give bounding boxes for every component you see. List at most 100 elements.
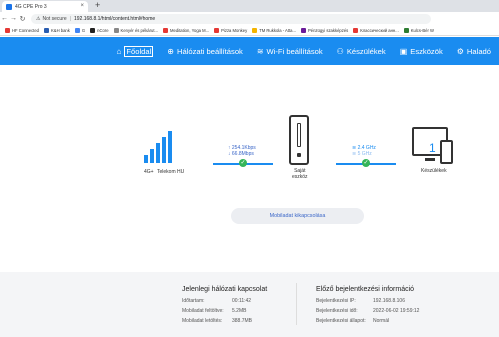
globe-icon: ⊕	[167, 46, 174, 56]
wan-ok-check-icon: ✓	[239, 159, 247, 167]
address-bar: ← → ↻ ⚠ Not secure | 192.168.8.1/html/co…	[0, 12, 499, 25]
info-label: Bejelentkezési IP:	[316, 298, 356, 304]
lan-ok-check-icon: ✓	[362, 159, 370, 167]
download-speed: ↓ 66.8Mbps	[228, 151, 254, 157]
bookmark-item[interactable]: HF Connected	[5, 27, 39, 33]
bookmark-label: nCore	[97, 27, 109, 33]
info-label: Időtartam:	[182, 298, 205, 304]
bookmark-label: Kulcs-Bér W	[410, 27, 435, 33]
url-separator: |	[69, 15, 71, 22]
network-type: 4G+	[144, 169, 154, 175]
bookmark-icon	[214, 27, 220, 33]
footer-divider	[296, 283, 297, 325]
bookmark-label: Классический анн...	[360, 27, 399, 33]
info-label: Mobiladat letöltés:	[182, 318, 223, 324]
router-led	[297, 153, 301, 157]
bookmark-icon	[90, 27, 96, 33]
nav-label: Készülékek	[346, 46, 386, 56]
bookmark-item[interactable]: K&H bank	[44, 27, 70, 33]
bookmark-label: Meditation, Yoga M...	[170, 27, 210, 33]
previous-login-title: Előző bejelentkezési információ	[316, 286, 415, 293]
browser-tabbar: 4G CPE Pro 3 × +	[0, 0, 499, 12]
router-label-line2: eszköz	[292, 174, 308, 180]
bookmark-icon	[74, 27, 80, 33]
gear-icon: ⚙	[456, 46, 464, 56]
favicon-icon	[6, 3, 12, 10]
bookmark-item[interactable]: Pizza Monkey	[214, 27, 248, 33]
devices-icon: ⚇	[336, 46, 344, 56]
bookmark-icon	[403, 27, 409, 33]
signal-bar	[168, 131, 172, 163]
bookmark-item[interactable]: G	[74, 27, 86, 33]
bookmark-icon	[5, 27, 10, 33]
signal-bar	[150, 149, 154, 163]
info-value: Normál	[373, 318, 390, 324]
info-value: 192.168.8.106	[373, 298, 405, 304]
nav-home[interactable]: ⌂ Főoldal	[116, 45, 154, 57]
nav-label: Eszközök	[410, 46, 443, 56]
bookmark-label: K&H bank	[51, 27, 70, 33]
wifi-icon: ≋	[256, 46, 264, 56]
bookmark-icon	[252, 27, 258, 33]
bookmark-label: G	[81, 27, 86, 33]
download-arrow-icon: ↓	[228, 151, 231, 157]
bookmark-item[interactable]: Pénzügyi szakképzés	[300, 27, 349, 33]
info-value: 388.7MB	[232, 318, 253, 324]
bookmark-icon	[44, 27, 49, 33]
bookmark-label: Pénzügyi szakképzés	[307, 27, 349, 33]
bookmarks-bar: HF Connected K&H bank G nCore Kenyér és …	[0, 25, 499, 36]
nav-label: Haladó	[466, 46, 491, 56]
bookmark-item[interactable]: Meditation, Yoga M...	[163, 27, 210, 33]
warning-icon: ⚠	[36, 15, 41, 22]
bookmark-label: HF Connected	[12, 27, 39, 33]
info-label: Mobiladat feltöltve:	[182, 308, 224, 314]
info-value: 5.2MB	[232, 308, 247, 314]
nav-tools[interactable]: ▣ Eszközök	[400, 47, 443, 56]
bookmark-icon	[163, 27, 169, 33]
nav-label: Főoldal	[124, 45, 154, 57]
band-5-label: 5 GHz	[357, 151, 372, 157]
network-info: 4G+ Telekom HU	[144, 169, 184, 175]
nav-wifi-settings[interactable]: ≋ Wi-Fi beállítások	[257, 47, 323, 56]
bookmark-label: Kenyér és pékárut...	[120, 27, 159, 33]
url-field[interactable]: ⚠ Not secure | 192.168.8.1/html/content.…	[31, 13, 431, 24]
signal-bar	[156, 143, 160, 163]
bookmark-label: TM Rukkola - Atta...	[259, 27, 296, 33]
router-slot	[297, 123, 301, 147]
nav-label: Wi-Fi beállítások	[266, 46, 323, 56]
info-label: Bejelentkezési idő:	[316, 308, 358, 314]
nav-network-settings[interactable]: ⊕ Hálózati beállítások	[167, 47, 243, 56]
info-footer	[0, 272, 499, 337]
bookmark-item[interactable]: TM Rukkola - Atta...	[252, 27, 296, 33]
nav-label: Hálózati beállítások	[176, 46, 243, 56]
tab-title: 4G CPE Pro 3	[15, 3, 47, 10]
back-icon[interactable]: ←	[0, 15, 9, 22]
info-label: Bejelentkezési állapot:	[316, 318, 366, 324]
devices-label: Készülékek	[421, 168, 447, 174]
security-label: Not secure	[42, 15, 67, 22]
reload-icon[interactable]: ↻	[18, 15, 27, 23]
devices-count: 1	[429, 141, 436, 155]
nav-advanced[interactable]: ⚙ Haladó	[457, 47, 491, 56]
wifi-5-band: ≋ 5 GHz	[352, 151, 372, 157]
close-tab-icon[interactable]: ×	[80, 3, 84, 9]
forward-icon[interactable]: →	[9, 15, 18, 22]
phone-icon	[440, 140, 453, 164]
info-value: 2022-06-02 19:59:12	[373, 308, 420, 314]
bookmark-item[interactable]: Kulcs-Bér W	[403, 27, 435, 33]
current-connection-title: Jelenlegi hálózati kapcsolat	[182, 286, 268, 293]
disable-mobile-data-button[interactable]: Mobiladat kikapcsolása	[231, 208, 364, 224]
monitor-stand	[425, 158, 435, 161]
bookmark-item[interactable]: Классический анн...	[353, 27, 399, 33]
home-icon: ⌂	[116, 46, 122, 56]
bookmark-icon	[300, 27, 306, 33]
browser-tab[interactable]: 4G CPE Pro 3 ×	[2, 1, 88, 12]
bookmark-item[interactable]: nCore	[90, 27, 109, 33]
bookmark-label: Pizza Monkey	[221, 27, 248, 33]
signal-strength-icon	[144, 131, 174, 163]
nav-devices[interactable]: ⚇ Készülékek	[337, 47, 386, 56]
new-tab-button[interactable]: +	[95, 0, 100, 10]
url-text: 192.168.8.1/html/content.html#home	[73, 15, 156, 22]
bookmark-icon	[113, 27, 119, 33]
bookmark-item[interactable]: Kenyér és pékárut...	[113, 27, 159, 33]
